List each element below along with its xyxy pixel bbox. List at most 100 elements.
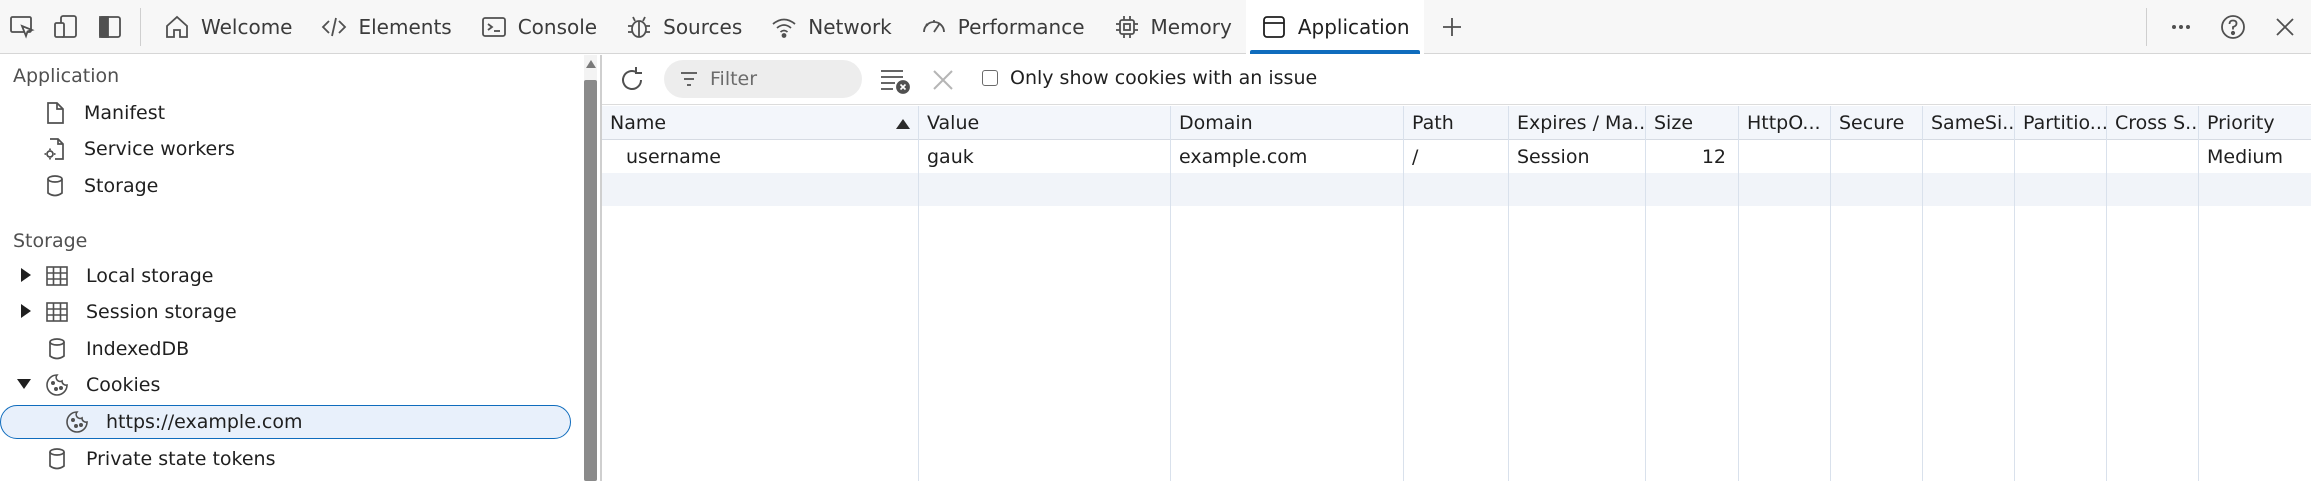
code-icon (322, 17, 347, 36)
cell-value: gauk (927, 145, 974, 168)
gear-document-icon (40, 134, 70, 164)
application-icon (1262, 15, 1285, 38)
column-header-path[interactable]: Path (1404, 106, 1508, 140)
grid-icon (42, 297, 72, 327)
cell-name: username (626, 145, 721, 168)
column-header-priority[interactable]: Priority (2199, 106, 2311, 140)
console-icon (481, 16, 506, 37)
section-title-storage: Storage (13, 230, 88, 252)
checkbox-box[interactable] (982, 70, 998, 86)
help-icon[interactable] (2207, 0, 2259, 54)
sidebar-scrollbar-thumb[interactable] (584, 80, 597, 481)
column-header-size[interactable]: Size (1646, 106, 1738, 140)
tab-performance-label: Performance (957, 14, 1085, 39)
inspect-element-icon[interactable] (0, 0, 44, 54)
column-divider[interactable] (1508, 106, 1509, 481)
sort-ascending-icon (896, 119, 910, 129)
expand-local-storage-icon[interactable] (19, 268, 33, 282)
sidebar-item-session-storage[interactable]: Session storage (42, 295, 237, 329)
column-divider[interactable] (2014, 106, 2015, 481)
tab-sources[interactable]: Sources (611, 0, 756, 54)
sidebar-item-cookies[interactable]: Cookies (42, 368, 160, 402)
sidebar-item-label: https://example.com (106, 411, 303, 433)
tab-application[interactable]: Application (1245, 0, 1424, 54)
cookie-icon (62, 407, 92, 437)
sidebar-item-manifest[interactable]: Manifest (40, 96, 165, 130)
column-divider[interactable] (1645, 106, 1646, 481)
more-options-icon[interactable] (2155, 0, 2207, 54)
filter-input[interactable] (710, 68, 850, 90)
sidebar-item-service-workers[interactable]: Service workers (40, 132, 235, 166)
database-icon (42, 444, 72, 474)
refresh-icon[interactable] (615, 63, 649, 97)
tab-performance[interactable]: Performance (906, 0, 1099, 54)
document-icon (40, 98, 70, 128)
column-header-name[interactable]: Name (602, 106, 918, 140)
filter-icon (681, 72, 697, 86)
cell-priority: Medium (2207, 145, 2283, 168)
column-header-secure[interactable]: Secure (1831, 106, 1922, 140)
sidebar-item-storage[interactable]: Storage (40, 169, 158, 203)
toolbar-separator-right (2146, 8, 2147, 46)
cell-size: 12 (1701, 145, 1726, 168)
column-divider[interactable] (2106, 106, 2107, 481)
column-header-cross-site[interactable]: Cross S... (2107, 106, 2198, 140)
column-header-expires[interactable]: Expires / Ma... (1509, 106, 1645, 140)
add-tab-icon[interactable] (1430, 0, 1474, 54)
column-divider[interactable] (1170, 106, 1171, 481)
sidebar-item-label: Storage (84, 175, 159, 197)
tab-elements-label: Elements (358, 14, 452, 39)
table-header: Name Value Domain Path Expires / Ma... S… (602, 106, 2311, 140)
column-divider[interactable] (1738, 106, 1739, 481)
sidebar-item-label: Session storage (86, 301, 237, 323)
home-icon (166, 15, 188, 38)
tab-console[interactable]: Console (466, 0, 611, 54)
cookie-icon (42, 370, 72, 400)
close-devtools-icon[interactable] (2259, 0, 2311, 54)
clear-all-cookies-icon[interactable] (878, 65, 912, 95)
tab-sources-label: Sources (663, 14, 743, 39)
toolbar-right (2138, 0, 2311, 54)
sidebar-item-private-state-tokens[interactable]: Private state tokens (42, 442, 275, 476)
toggle-sidebar-icon[interactable] (88, 0, 132, 54)
issue-checkbox-label: Only show cookies with an issue (1010, 67, 1318, 89)
issue-filter-checkbox[interactable]: Only show cookies with an issue (982, 67, 1317, 89)
scroll-up-arrow-icon[interactable] (586, 60, 596, 68)
database-icon (42, 334, 72, 364)
column-divider[interactable] (2198, 106, 2199, 481)
column-header-domain[interactable]: Domain (1171, 106, 1403, 140)
bug-icon (628, 16, 651, 38)
database-icon (40, 171, 70, 201)
column-divider[interactable] (1922, 106, 1923, 481)
column-header-value[interactable]: Value (919, 106, 1170, 140)
expand-session-storage-icon[interactable] (19, 304, 33, 318)
column-divider[interactable] (1403, 106, 1404, 481)
application-sidebar: Application Manifest Service workers Sto… (0, 55, 584, 481)
table-row[interactable]: username gauk example.com / Session 12 M… (602, 140, 2311, 173)
filter-input-box[interactable] (664, 60, 862, 98)
collapse-cookies-icon[interactable] (17, 377, 31, 391)
tab-welcome-label: Welcome (201, 14, 293, 39)
column-header-httponly[interactable]: HttpO... (1739, 106, 1830, 140)
column-header-samesite[interactable]: SameSi... (1923, 106, 2014, 140)
sidebar-item-label: IndexedDB (86, 338, 190, 360)
sidebar-item-label: Private state tokens (86, 448, 276, 470)
empty-row (602, 173, 2311, 206)
sidebar-item-label: Service workers (84, 138, 235, 160)
tab-welcome[interactable]: Welcome (149, 0, 306, 54)
delete-selected-icon[interactable] (928, 65, 958, 95)
sidebar-item-local-storage[interactable]: Local storage (42, 259, 213, 293)
tab-network[interactable]: Network (756, 0, 906, 54)
tab-memory[interactable]: Memory (1099, 0, 1246, 54)
tab-elements[interactable]: Elements (306, 0, 465, 54)
column-header-partition[interactable]: Partitio... (2015, 106, 2106, 140)
device-emulation-icon[interactable] (44, 0, 88, 54)
sidebar-item-example-com[interactable]: https://example.com (62, 405, 303, 439)
chip-icon (1115, 15, 1138, 38)
toolbar-separator (140, 7, 141, 46)
cell-partition (2015, 140, 2106, 173)
sidebar-item-indexeddb[interactable]: IndexedDB (42, 332, 189, 366)
column-divider[interactable] (918, 106, 919, 481)
column-divider[interactable] (1830, 106, 1831, 481)
sidebar-item-label: Cookies (86, 374, 161, 396)
